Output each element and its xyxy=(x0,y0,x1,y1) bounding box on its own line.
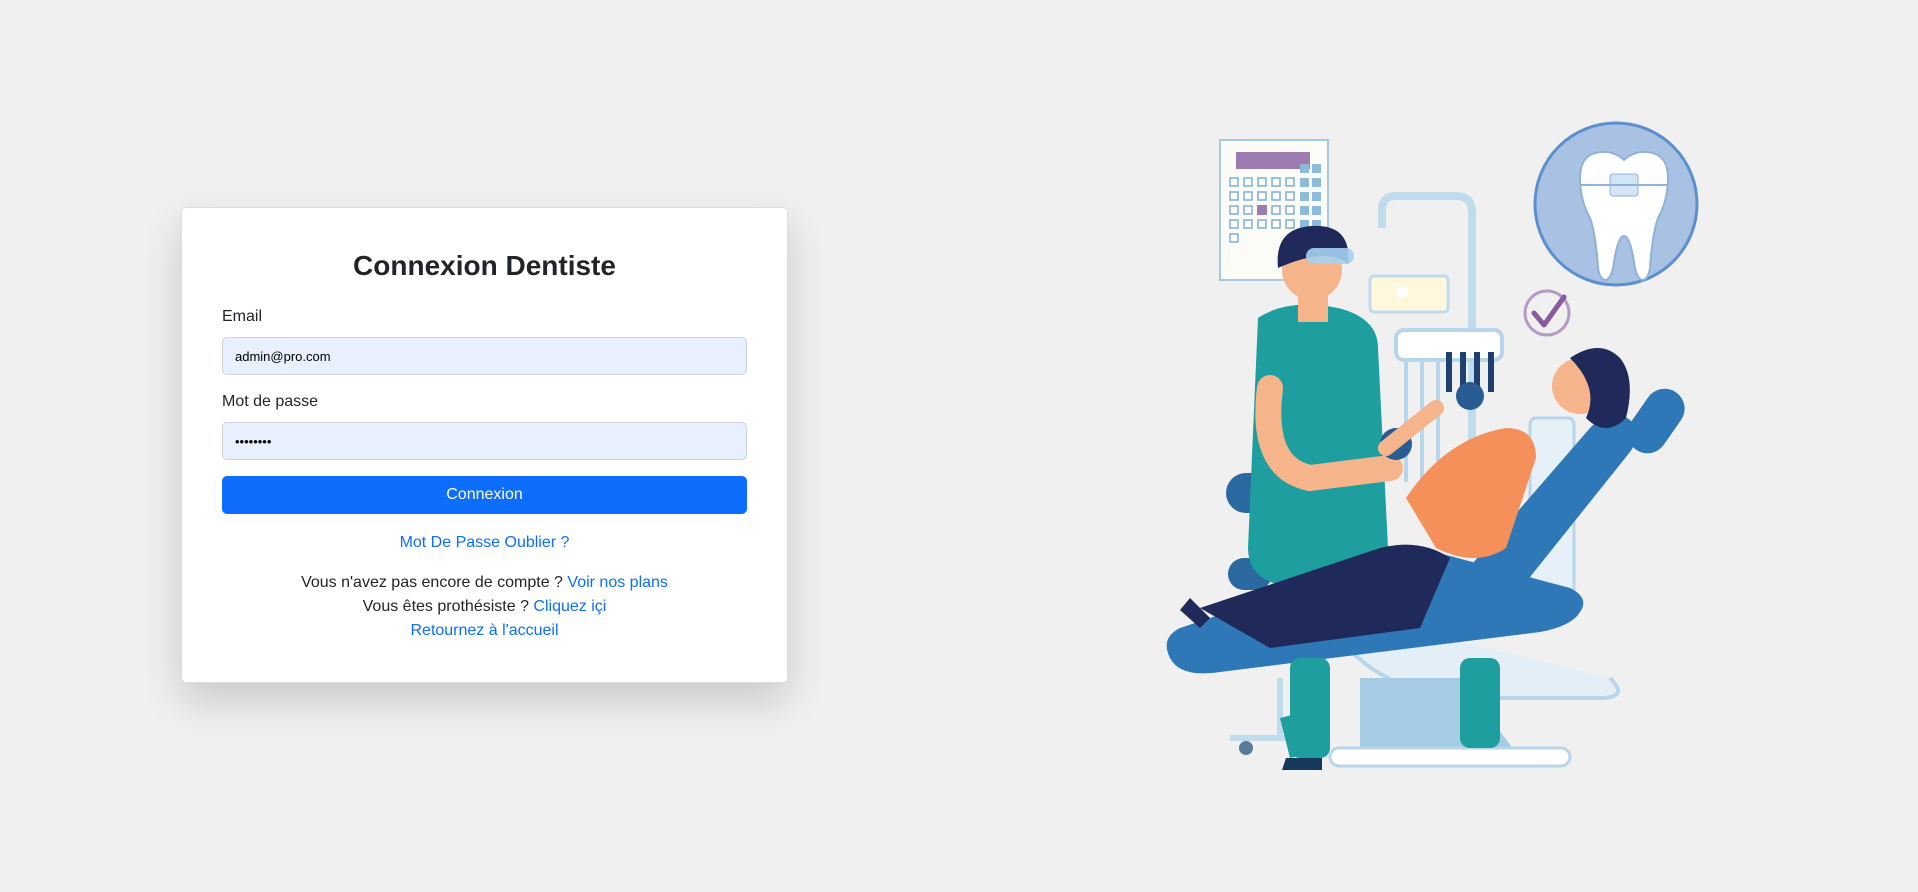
password-label: Mot de passe xyxy=(222,393,319,410)
prosthetist-row: Vous êtes prothésiste ? Cliquez içi xyxy=(222,595,747,619)
password-group: Mot de passe xyxy=(222,393,747,460)
home-link[interactable]: Retournez à l'accueil xyxy=(410,622,558,639)
login-button[interactable]: Connexion xyxy=(222,476,747,514)
home-row: Retournez à l'accueil xyxy=(222,619,747,643)
tooth-icon xyxy=(1533,121,1699,287)
plans-row: Vous n'avez pas encore de compte ? Voir … xyxy=(222,571,747,595)
login-card: Connexion Dentiste Email Mot de passe Co… xyxy=(181,207,788,683)
email-group: Email xyxy=(222,308,747,375)
prosthetist-link[interactable]: Cliquez içi xyxy=(533,598,606,615)
plans-link[interactable]: Voir nos plans xyxy=(567,574,668,591)
prosthetist-text: Vous êtes prothésiste ? xyxy=(362,598,529,615)
no-account-text: Vous n'avez pas encore de compte ? xyxy=(301,574,563,591)
password-field[interactable] xyxy=(222,422,747,460)
account-links: Vous n'avez pas encore de compte ? Voir … xyxy=(222,571,747,643)
forgot-password-link[interactable]: Mot De Passe Oublier ? xyxy=(400,534,570,551)
page-title: Connexion Dentiste xyxy=(353,250,616,281)
email-label: Email xyxy=(222,308,263,325)
email-field[interactable] xyxy=(222,337,747,375)
dentist-illustration xyxy=(1166,121,1699,770)
forgot-password-row: Mot De Passe Oublier ? xyxy=(222,534,747,552)
checkmark-icon xyxy=(1523,289,1571,337)
page: Connexion Dentiste Email Mot de passe Co… xyxy=(0,0,1918,892)
